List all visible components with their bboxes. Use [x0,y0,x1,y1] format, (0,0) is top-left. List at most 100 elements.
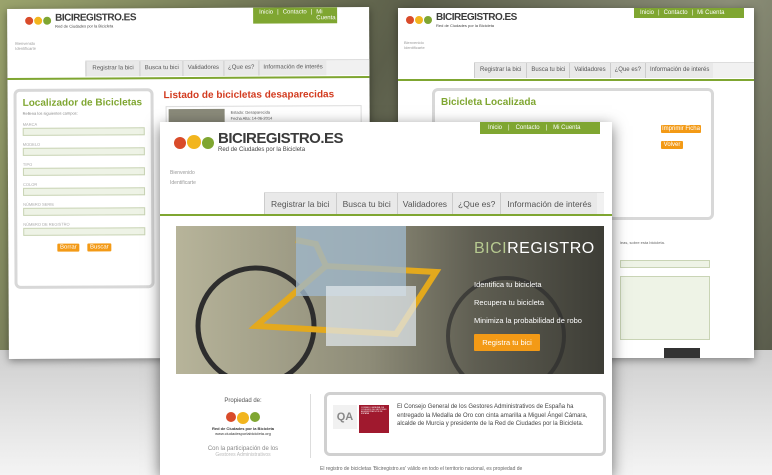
qa-award-text: El Consejo General de los Gestores Admin… [397,404,588,427]
brand-a: BICI [55,12,74,24]
hero-line-2: Recupera tu bicicleta [474,298,545,307]
borrar-button[interactable]: Borrar [57,243,80,252]
nav-busca[interactable]: Busca tu bici [139,61,183,77]
brand-tld: .ES [320,130,344,147]
estado-label: Estado: [230,109,245,115]
main-nav-front: Registrar la bici Busca tu bici Validado… [264,192,604,214]
registro-input[interactable] [23,227,146,236]
nav-informacion[interactable]: Información de interés [500,193,598,214]
fecha-label: Fecha Alta: [230,115,251,121]
user-login[interactable]: Identificarte [15,46,36,51]
located-title: Bicicleta Localizada [441,97,537,108]
main-nav: Registrar la bici Busca tu bici Validado… [85,59,370,77]
qa-award-card: QA CONSEJO GENERAL DE COLEGIOS DE GESTOR… [324,392,606,456]
nav-que-es[interactable]: ¿Que es? [223,60,259,76]
label-marca: MARCA [22,121,38,127]
link-contacto[interactable]: Contacto [283,9,307,21]
fecha-value: 14-06-2014 [251,115,273,121]
link-cuenta-right[interactable]: Mi Cuenta [697,10,724,16]
user-login[interactable]: Identificarte [404,45,425,50]
link-inicio-right[interactable]: Inicio [640,10,654,16]
top-links-right: Inicio | Contacto | Mi Cuenta [634,8,744,18]
nav-validadores[interactable]: Validadores [569,63,610,78]
site-logo-right[interactable]: BICIREGISTRO.ES Red de Ciudades por la B… [406,12,517,28]
brand-tagline: Red de Ciudades por la Bicicleta [218,147,306,153]
brand-b: REGISTRO [454,12,503,23]
label-color: COLOR [22,181,38,187]
nav-registrar[interactable]: Registrar la bici [474,63,527,78]
comment-input[interactable] [620,260,710,268]
brand-a: BICI [218,130,247,147]
brand-tagline: Red de Ciudades por la Bicicleta [55,23,114,29]
hero-line-1: Identifica tu bicicleta [474,280,542,289]
serie-input[interactable] [23,207,146,216]
cgcoga-logo: CONSEJO GENERAL DE COLEGIOS DE GESTORES … [359,405,389,433]
buscar-button[interactable]: Buscar [87,243,112,252]
user-welcome: Bienvenido [170,170,195,176]
message-textarea[interactable] [620,276,710,340]
link-contacto-main[interactable]: Contacto [516,125,540,131]
top-links-main: Inicio | Contacto | Mi Cuenta [480,122,600,134]
participacion-label-2: Gestores Administrativos [215,452,271,458]
main-nav-right: Registrar la bici Busca tu bici Validado… [474,62,754,78]
color-select[interactable] [23,187,146,196]
rcb-logo[interactable] [190,412,296,424]
qa-logo-icon: QA [333,405,357,429]
link-cuenta[interactable]: Mi Cuenta [316,9,335,21]
link-contacto-right[interactable]: Contacto [664,10,688,16]
locator-title: Localizador de Bicicletas [22,97,143,109]
link-cuenta-main[interactable]: Mi Cuenta [553,125,580,131]
nav-que-es[interactable]: ¿Que es? [609,63,645,78]
label-tipo: TIPO [22,161,33,167]
brand-tagline: Red de Ciudades por la Bicicleta [436,23,495,28]
bikes-logo-icon [174,134,214,149]
propiedad-label: Propiedad de: [224,398,262,404]
link-inicio-main[interactable]: Inicio [488,125,502,131]
nav-registrar[interactable]: Registrar la bici [264,193,336,214]
nav-validadores[interactable]: Validadores [396,193,453,214]
missing-list-title: Listado de bicicletas desaparecidas [163,89,335,102]
tipo-select[interactable] [22,167,145,176]
brand-b: REGISTRO [73,12,122,24]
nav-informacion[interactable]: Información de interés [258,60,327,76]
footer-bottom-text: El registro de bicicletas 'Biciregistro.… [320,466,523,472]
label-serie: NÚMERO SERIE [23,201,55,207]
send-button[interactable] [664,348,700,358]
nav-que-es[interactable]: ¿Que es? [452,193,501,214]
nav-validadores[interactable]: Validadores [182,60,224,77]
registra-bici-button[interactable]: Registra tu bici [474,334,540,351]
user-login[interactable]: Identificarte [170,178,196,188]
hero-line-3: Minimiza la probabilidad de robo [474,316,582,325]
label-registro: NÚMERO DE REGISTRO [23,221,70,227]
site-logo-main[interactable]: BICIREGISTRO.ES Red de Ciudades por la B… [174,130,344,153]
marca-select[interactable] [22,127,145,136]
brand-tld: .ES [502,12,517,23]
modelo-input[interactable] [22,147,145,156]
site-logo[interactable]: BICIREGISTRO.ES Red de Ciudades por la B… [25,12,136,29]
nav-registrar[interactable]: Registrar la bici [85,61,140,77]
bike-thumbnail [168,108,225,124]
main-page-screenshot: Inicio | Contacto | Mi Cuenta BICIREGISTRO… [160,122,612,475]
locator-panel: Localizador de Bicicletas Rellena los si… [13,88,155,289]
brand-b: REGISTRO [246,130,321,147]
link-inicio[interactable]: Inicio [259,10,273,22]
hero-banner: BICIREGISTRO Identifica tu bicicleta Rec… [176,226,604,374]
estado-value: Desaparecida [245,109,271,115]
imprimir-ficha-button[interactable]: Imprimir Ficha [661,125,701,133]
bikes-logo-icon [406,16,432,24]
hero-brand-a: BICI [474,240,508,257]
located-note: leas, sobre esta bicicleta. [620,240,665,245]
nav-busca[interactable]: Busca tu bici [526,63,570,78]
bikes-logo-icon [25,16,52,25]
bikes-logo-icon [226,412,260,424]
top-links: Inicio | Contacto | Mi Cuenta [253,7,338,24]
volver-button[interactable]: Volver [661,141,683,149]
brand-a: BICI [436,12,455,23]
brand-tld: .ES [121,12,137,24]
locator-subtitle: Rellena los siguientes campos: [22,110,78,116]
nav-busca[interactable]: Busca tu bici [335,193,397,214]
rcb-url[interactable]: www.ciudadesporlabicicleta.org [190,431,296,436]
hero-brand-b: REGISTRO [507,240,595,257]
label-modelo: MODELO [22,141,41,147]
nav-informacion[interactable]: Información de interés [645,63,714,78]
